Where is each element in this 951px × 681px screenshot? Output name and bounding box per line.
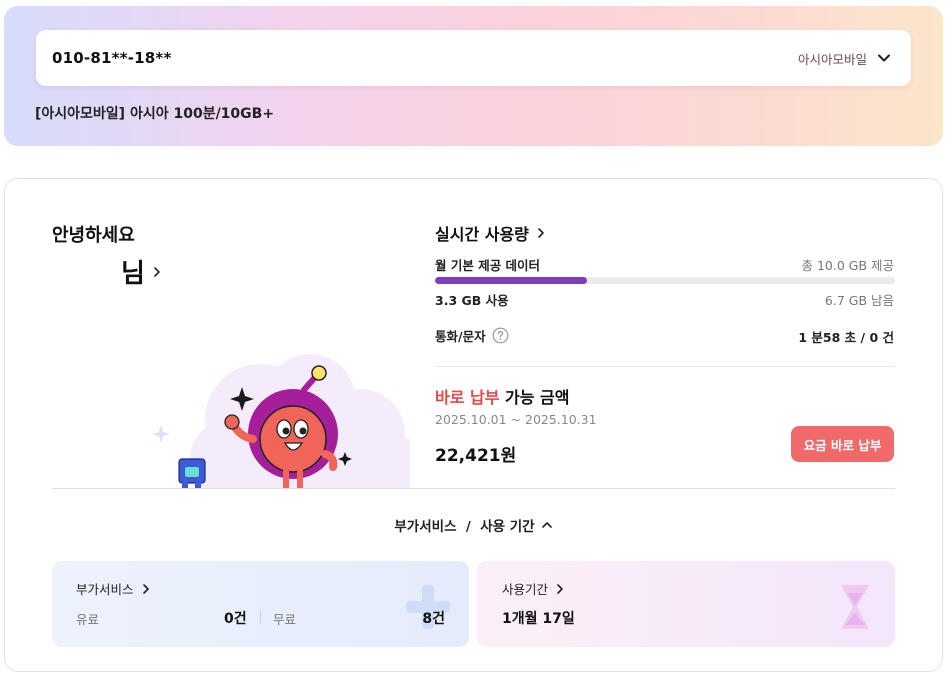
payment-amount: 22,421원	[435, 446, 517, 466]
chevron-right-icon	[557, 583, 563, 594]
data-usage-fill	[435, 277, 587, 284]
addon-services-link[interactable]: 부가서비스	[76, 579, 152, 598]
plan-name: [아시아모바일] 아시아 100분/10GB+	[35, 106, 275, 122]
realtime-usage-title: 실시간 사용량	[435, 225, 529, 244]
free-label: 무료	[273, 612, 297, 627]
chevron-right-icon	[154, 266, 160, 277]
addon-services-title: 부가서비스	[76, 582, 134, 597]
paid-label: 유료	[76, 612, 100, 627]
addon-services-box: 부가서비스 유료 0건 무료 8건	[52, 561, 469, 647]
divider	[435, 366, 895, 367]
question-circle-icon[interactable]	[492, 327, 509, 344]
divider	[52, 488, 895, 489]
phone-number: 010-81**-18**	[52, 49, 172, 67]
chevron-right-icon	[142, 583, 149, 594]
data-label: 월 기본 제공 데이터	[435, 258, 541, 273]
paid-count: 0건	[224, 611, 247, 627]
user-name-suffix: 님	[121, 259, 145, 289]
services-period-toggle[interactable]: 부가서비스 / 사용 기간	[5, 515, 942, 535]
data-total: 총 10.0 GB 제공	[801, 258, 894, 273]
data-used: 3.3 GB 사용	[435, 293, 509, 308]
realtime-usage-link[interactable]: 실시간 사용량	[435, 221, 547, 245]
separator	[260, 610, 261, 624]
chevron-up-icon	[541, 522, 552, 528]
chevron-down-icon	[878, 54, 890, 62]
pay-now-button[interactable]: 요금 바로 납부	[791, 426, 894, 462]
payment-period: 2025.10.01 ~ 2025.10.31	[435, 412, 597, 427]
usage-period-title: 사용기간	[502, 582, 549, 597]
services-period-label: 부가서비스 / 사용 기간	[394, 519, 535, 535]
usage-period-value: 1개월 17일	[502, 611, 575, 627]
usage-period-box: 사용기간 1개월 17일	[477, 561, 895, 647]
call-sms-value: 1 분58 초 / 0 건	[798, 330, 894, 345]
dashboard-card: 안녕하세요 님 실시간 사용량 월 기본 제공 데이터 총 10.0 GB 제공…	[4, 178, 943, 672]
hourglass-icon	[841, 585, 869, 629]
carrier-label: 아시아모바일	[797, 51, 867, 67]
phone-number-selector[interactable]: 010-81**-18** 아시아모바일	[36, 30, 911, 86]
call-sms-row: 통화/문자	[435, 326, 509, 345]
account-card: 010-81**-18** 아시아모바일 [아시아모바일] 아시아 100분/1…	[4, 6, 943, 146]
payment-title-accent: 바로 납부	[435, 388, 500, 407]
usage-period-link[interactable]: 사용기간	[502, 579, 566, 598]
mascot-illustration	[152, 354, 410, 489]
greeting-text: 안녕하세요	[52, 225, 135, 246]
user-name-link[interactable]: 님	[121, 253, 163, 290]
carrier-dropdown[interactable]: 아시아모바일	[798, 49, 893, 68]
free-count: 8건	[422, 611, 445, 627]
payment-title-rest: 가능 금액	[499, 388, 570, 407]
data-remaining: 6.7 GB 남음	[824, 293, 894, 308]
data-usage-bar	[435, 277, 895, 284]
chevron-right-icon	[538, 228, 544, 238]
payment-title: 바로 납부 가능 금액	[435, 384, 569, 408]
call-sms-label: 통화/문자	[435, 329, 486, 344]
